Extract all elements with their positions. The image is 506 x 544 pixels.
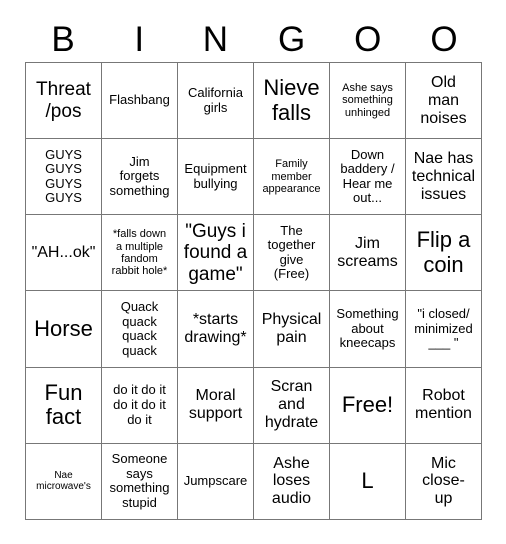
bingo-cell-label: Free! (341, 391, 394, 417)
bingo-cell-r6-c4[interactable]: Ashe loses audio (254, 443, 330, 520)
bingo-cell-label: Flip a coin (416, 227, 471, 277)
bingo-grid: Threat /pos Flashbang California girls Niev… (25, 62, 482, 520)
bingo-cell-r1-c3[interactable]: California girls (178, 63, 254, 140)
bingo-cell-label: Family member appearance (262, 158, 321, 195)
bingo-cell-r1-c1[interactable]: Threat /pos (26, 63, 102, 140)
bingo-cell-r1-c2[interactable]: Flashbang (102, 63, 178, 140)
bingo-cell-r5-c1[interactable]: Fun fact (26, 367, 102, 444)
bingo-header-row: BINGOO (25, 17, 482, 62)
bingo-cell-label: Mic close- up (422, 454, 465, 508)
bingo-header-letter-2: N (202, 20, 229, 59)
bingo-cell-r2-c4[interactable]: Family member appearance (254, 139, 330, 216)
bingo-cell-label: Something about kneecaps (336, 306, 399, 351)
bingo-cell-r6-c1[interactable]: Nae microwave's (26, 443, 102, 520)
bingo-cell-label: Nae microwave's (36, 470, 91, 493)
bingo-cell-r6-c5[interactable]: L (330, 443, 406, 520)
bingo-cell-r2-c1[interactable]: GUYS GUYS GUYS GUYS (26, 139, 102, 216)
bingo-cell-label: do it do it do it do it do it (113, 382, 166, 427)
bingo-cell-r4-c1[interactable]: Horse (26, 291, 102, 368)
bingo-cell-label: Nae has technical issues (411, 149, 476, 203)
bingo-cell-r4-c6[interactable]: "i closed/ minimized ___ " (406, 291, 482, 368)
bingo-cell-r2-c3[interactable]: Equipment bullying (178, 139, 254, 216)
bingo-cell-r5-c3[interactable]: Moral support (178, 367, 254, 444)
bingo-header-letter-0: B (51, 20, 75, 59)
bingo-cell-r3-c5[interactable]: Jim screams (330, 215, 406, 292)
bingo-cell-label: "i closed/ minimized ___ " (414, 306, 473, 351)
bingo-cell-label: Jumpscare (183, 473, 248, 489)
bingo-cell-r1-c5[interactable]: Ashe says something unhinged (330, 63, 406, 140)
bingo-cell-label: Nieve falls (263, 74, 320, 125)
bingo-cell-label: Quack quack quack quack (120, 298, 159, 358)
bingo-header-letter-5: O (430, 20, 458, 59)
bingo-card: B I N G O O Threat /pos Flashbang California gi… (0, 0, 506, 544)
bingo-cell-label: Ashe says something unhinged (342, 82, 393, 119)
bingo-cell-r5-c6[interactable]: Robot mention (406, 367, 482, 444)
bingo-cell-label: Threat /pos (36, 79, 91, 122)
bingo-cell-label: California girls (188, 85, 243, 115)
bingo-cell-label: Down baddery / Hear me out... (340, 146, 395, 206)
bingo-cell-r4-c3[interactable]: *starts drawing* (178, 291, 254, 368)
bingo-cell-label: *starts drawing* (184, 311, 247, 347)
bingo-cell-r3-c6[interactable]: Flip a coin (406, 215, 482, 292)
bingo-cell-r4-c5[interactable]: Something about kneecaps (330, 291, 406, 368)
bingo-cell-label: "Guys i found a game" (183, 221, 248, 285)
bingo-cell-r1-c6[interactable]: Old man noises (406, 63, 482, 140)
bingo-cell-r4-c4[interactable]: Physical pain (254, 291, 330, 368)
bingo-cell-label: Moral support (188, 387, 243, 423)
bingo-cell-r5-c5[interactable]: Free! (330, 367, 406, 444)
bingo-cell-r3-c1[interactable]: "AH...ok" (26, 215, 102, 292)
bingo-cell-label: Jim forgets something (109, 153, 170, 199)
bingo-cell-r5-c4[interactable]: Scran and hydrate (254, 367, 330, 444)
bingo-cell-label: L (361, 468, 374, 494)
bingo-cell-label: The together give (Free) (267, 222, 316, 282)
bingo-cell-r6-c6[interactable]: Mic close- up (406, 443, 482, 520)
bingo-cell-label: Ashe loses audio (271, 454, 312, 508)
bingo-cell-r6-c3[interactable]: Jumpscare (178, 443, 254, 520)
bingo-cell-label: GUYS GUYS GUYS GUYS (45, 146, 82, 206)
bingo-cell-r2-c6[interactable]: Nae has technical issues (406, 139, 482, 216)
bingo-cell-label: Equipment bullying (184, 161, 247, 191)
bingo-header-letter-3: G (277, 20, 306, 59)
bingo-cell-r6-c2[interactable]: Someone says something stupid (102, 443, 178, 520)
bingo-cell-r4-c2[interactable]: Quack quack quack quack (102, 291, 178, 368)
bingo-cell-r2-c5[interactable]: Down baddery / Hear me out... (330, 139, 406, 216)
bingo-cell-label: Old man noises (420, 73, 467, 127)
bingo-cell-r5-c2[interactable]: do it do it do it do it do it (102, 367, 178, 444)
bingo-cell-label: Someone says something stupid (109, 451, 170, 510)
bingo-cell-label: *falls down a multiple fandom rabbit hol… (111, 228, 168, 278)
bingo-cell-r3-c4[interactable]: The together give (Free) (254, 215, 330, 292)
bingo-header-letter-4: O (354, 20, 382, 59)
bingo-cell-label: Jim screams (337, 235, 398, 270)
bingo-cell-r1-c4[interactable]: Nieve falls (254, 63, 330, 140)
bingo-cell-label: Physical pain (261, 311, 322, 347)
bingo-cell-label: "AH...ok" (31, 243, 96, 261)
bingo-cell-r3-c3[interactable]: "Guys i found a game" (178, 215, 254, 292)
bingo-cell-label: Robot mention (415, 387, 472, 423)
bingo-cell-label: Flashbang (109, 92, 170, 108)
bingo-cell-r3-c2[interactable]: *falls down a multiple fandom rabbit hol… (102, 215, 178, 292)
bingo-cell-label: Scran and hydrate (264, 378, 319, 432)
bingo-cell-label: Horse (34, 315, 93, 341)
bingo-cell-label: Fun fact (44, 379, 83, 430)
bingo-cell-r2-c2[interactable]: Jim forgets something (102, 139, 178, 216)
bingo-header-letter-1: I (134, 20, 145, 59)
